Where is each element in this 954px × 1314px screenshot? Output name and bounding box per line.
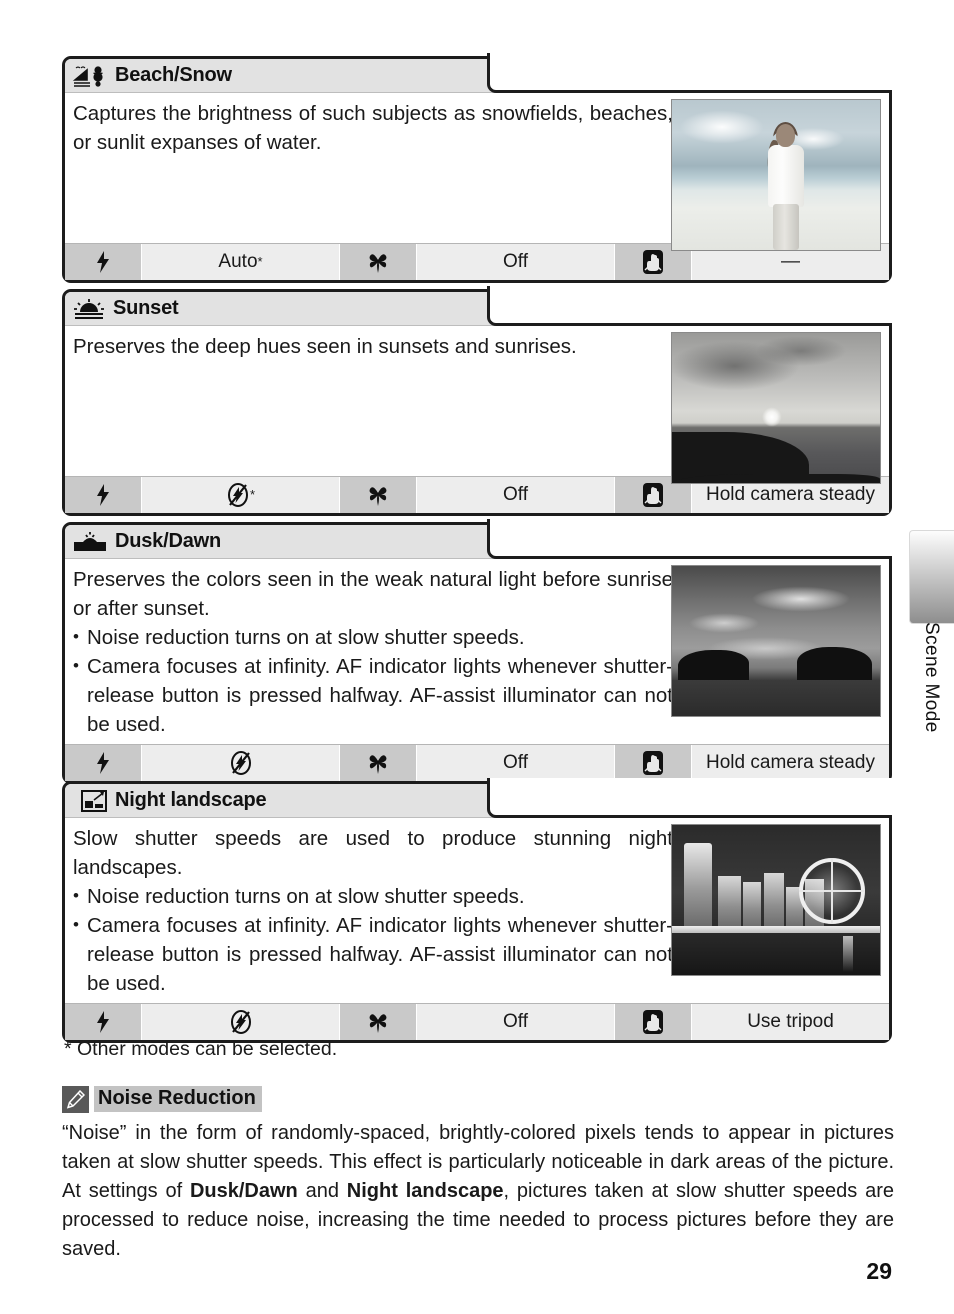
dusk-photo <box>671 565 881 717</box>
macro-setting-value: Off <box>417 1004 615 1040</box>
flash-off-icon <box>226 482 250 508</box>
card-body-sunset: Preserves the deep hues seen in sunsets … <box>65 326 889 484</box>
list-item: Noise reduction turns on at slow shutter… <box>73 881 673 911</box>
beach-photo <box>671 99 881 251</box>
flash-off-icon <box>229 1009 253 1035</box>
sunset-photo <box>671 332 881 484</box>
macro-flower-icon <box>340 477 417 513</box>
card-header-dusk-dawn: Dusk/Dawn <box>65 519 892 559</box>
description-text: Preserves the deep hues seen in sunsets … <box>73 335 577 358</box>
description-text: Preserves the colors seen in the weak na… <box>73 568 673 620</box>
note-title: Noise Reduction <box>94 1086 262 1112</box>
manual-page: Beach/Snow Captures the brightness of su… <box>0 0 954 1314</box>
note-bold-dusk-dawn: Dusk/Dawn <box>189 1180 298 1202</box>
flash-value-text: Auto <box>218 251 258 272</box>
macro-flower-icon <box>340 1004 417 1040</box>
page-number: 29 <box>866 1258 892 1284</box>
night-photo <box>671 824 881 976</box>
dusk-dawn-icon <box>73 531 107 553</box>
card-title: Night landscape <box>115 789 267 811</box>
flash-setting-value <box>142 1004 340 1040</box>
footnote: * Other modes can be selected. <box>64 1038 338 1060</box>
settings-strip-night-landscape: Off Use tripod <box>65 1003 889 1040</box>
side-tab-label-text: Scene Mode <box>921 622 942 733</box>
flash-setting-value: Auto * <box>142 244 340 280</box>
card-header-night-landscape: Night landscape <box>65 778 892 818</box>
card-body-beach-snow: Captures the brightness of such subjects… <box>65 93 889 251</box>
description-text: Captures the brightness of such subjects… <box>73 102 673 154</box>
flash-icon <box>65 745 142 781</box>
list-item: Camera focuses at infinity. AF indicator… <box>73 651 673 739</box>
beach-snow-icon <box>73 65 107 87</box>
description-text: Slow shutter speeds are used to produce … <box>73 827 673 879</box>
side-tab-label: Scene Mode <box>912 622 950 782</box>
flash-setting-value <box>142 745 340 781</box>
night-landscape-icon <box>81 789 107 813</box>
side-tab-gradient <box>909 530 954 624</box>
card-title: Sunset <box>113 297 179 319</box>
macro-flower-icon <box>340 745 417 781</box>
list-item: Camera focuses at infinity. AF indicator… <box>73 910 673 998</box>
flash-icon <box>65 1004 142 1040</box>
macro-flower-icon <box>340 244 417 280</box>
bullet-list: Noise reduction turns on at slow shutter… <box>73 881 673 998</box>
pencil-note-icon <box>62 1085 89 1113</box>
scene-mode-card-night-landscape: Night landscape Slow shutter speeds are … <box>62 778 892 1043</box>
note-paragraph: “Noise” in the form of randomly-spaced, … <box>62 1119 894 1264</box>
macro-setting-value: Off <box>417 745 615 781</box>
flash-setting-value: * <box>142 477 340 513</box>
list-item: Noise reduction turns on at slow shutter… <box>73 622 673 652</box>
scene-mode-card-sunset: Sunset Preserves the deep hues seen in s… <box>62 286 892 516</box>
steady-setting-value: Use tripod <box>692 1004 889 1040</box>
settings-strip-dusk-dawn: Off Hold camera steady <box>65 744 889 781</box>
note-noise-reduction: Noise Reduction “Noise” in the form of r… <box>62 1085 894 1264</box>
macro-setting-value: Off <box>417 477 615 513</box>
card-title: Beach/Snow <box>115 64 232 86</box>
steady-setting-value: Hold camera steady <box>692 745 889 781</box>
card-header-beach-snow: Beach/Snow <box>65 53 892 93</box>
flash-off-icon <box>229 750 253 776</box>
note-text-part2: and <box>297 1180 347 1202</box>
camera-shake-hand-icon <box>615 1004 692 1040</box>
scene-mode-card-dusk-dawn: Dusk/Dawn Preserves the colors seen in t… <box>62 519 892 784</box>
flash-icon <box>65 244 142 280</box>
flash-icon <box>65 477 142 513</box>
camera-shake-hand-icon <box>615 745 692 781</box>
scene-mode-card-beach-snow: Beach/Snow Captures the brightness of su… <box>62 53 892 283</box>
card-body-night-landscape: Slow shutter speeds are used to produce … <box>65 818 889 1003</box>
card-title: Dusk/Dawn <box>115 530 222 552</box>
macro-setting-value: Off <box>417 244 615 280</box>
bullet-list: Noise reduction turns on at slow shutter… <box>73 622 673 739</box>
note-header: Noise Reduction <box>62 1085 894 1113</box>
sunset-icon <box>73 298 105 320</box>
card-header-sunset: Sunset <box>65 286 892 326</box>
card-body-dusk-dawn: Preserves the colors seen in the weak na… <box>65 559 889 744</box>
note-bold-night-landscape: Night landscape <box>346 1180 504 1202</box>
